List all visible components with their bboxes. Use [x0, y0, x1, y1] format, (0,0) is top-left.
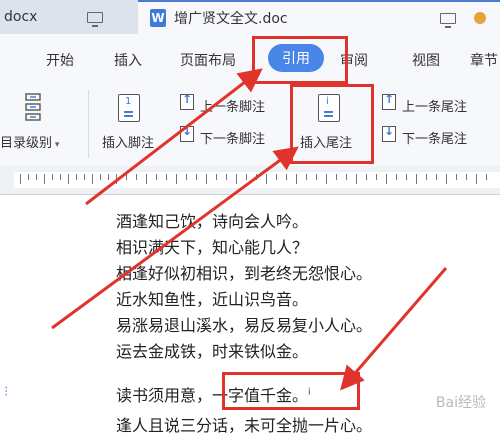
annotation-arrows — [51, 68, 448, 391]
arrow-to-insert-endnote — [51, 146, 299, 330]
arrow-to-references — [85, 68, 263, 206]
arrow-to-text — [340, 267, 448, 391]
